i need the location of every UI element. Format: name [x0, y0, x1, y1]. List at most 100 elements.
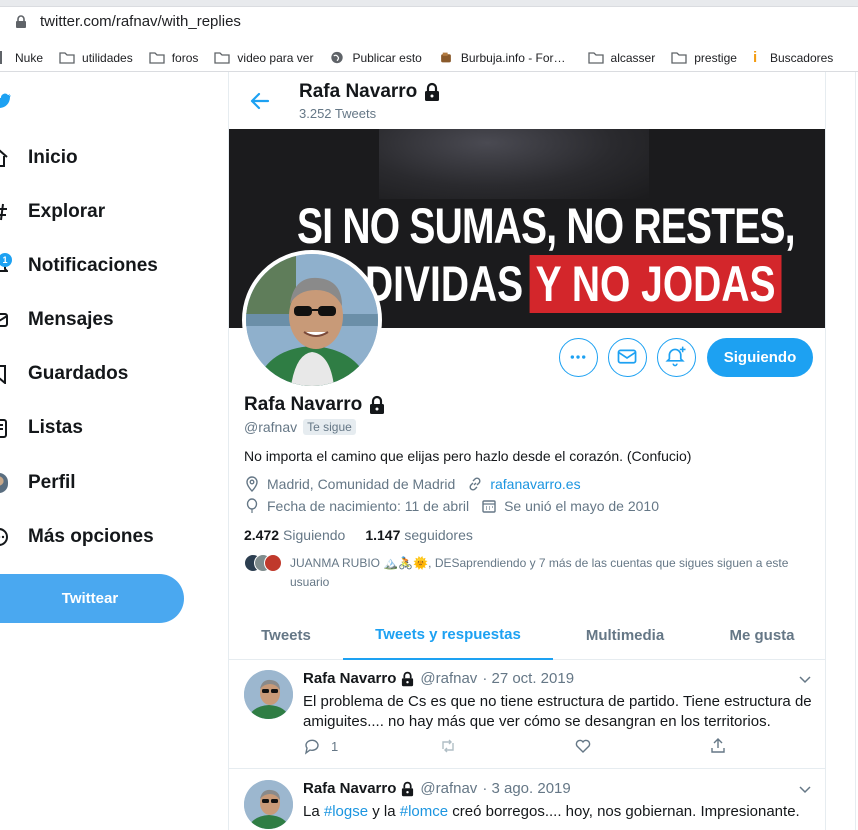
tweet-header: Rafa Navarro @rafnav · 3 ago. 2019	[303, 780, 571, 797]
sidebar-item-label: Guardados	[28, 363, 129, 384]
reply-icon	[304, 739, 319, 755]
share-button[interactable]	[709, 737, 727, 755]
tweet-text-part: creó borregos.... hoy, nos gobiernan. Im…	[448, 803, 800, 820]
bookmark-label: Burbuja.info - For…	[460, 50, 566, 65]
retweet-button[interactable]	[439, 737, 457, 755]
bookmark-prestige[interactable]: prestige	[671, 51, 737, 65]
profile-location: Madrid, Comunidad de Madrid	[267, 476, 456, 492]
chevron-down-icon[interactable]	[798, 672, 812, 686]
tweet-date[interactable]: · 3 ago. 2019	[482, 780, 570, 797]
bookmark-publicar[interactable]: Publicar esto	[329, 51, 422, 65]
folder-icon	[214, 52, 231, 64]
sidebar-item-label: Notificaciones	[28, 255, 158, 276]
followers-label: seguidores	[404, 527, 473, 543]
profile-avatar[interactable]	[242, 250, 382, 390]
bookmark-video[interactable]: video para ver	[214, 51, 313, 65]
tweet-text-part: y la	[368, 803, 400, 820]
header-title: Rafa Navarro	[299, 81, 441, 103]
tweet-text: El problema de Cs es que no tiene estruc…	[303, 693, 812, 730]
tweet-author-handle: @rafnav	[420, 780, 478, 797]
banner-text-line2: DIVIDAS Y NO JODAS	[365, 255, 782, 313]
followers-count-link[interactable]: 1.147 seguidores	[365, 527, 473, 543]
tweet-item[interactable]: Rafa Navarro @rafnav · 3 ago. 2019 La #l…	[229, 770, 825, 830]
sidebar-item-label: Listas	[28, 417, 83, 438]
following-count-link[interactable]: 2.472 Siguiendo	[244, 527, 345, 543]
protected-lock-icon	[402, 781, 414, 796]
bookmark-buscadores[interactable]: i Buscadores	[753, 50, 833, 65]
followers-you-know-avatars	[244, 554, 290, 572]
hashtag-link[interactable]: #logse	[324, 803, 368, 820]
url-text[interactable]: twitter.com/rafnav/with_replies	[40, 13, 241, 30]
message-button[interactable]	[608, 338, 647, 377]
chevron-down-icon[interactable]	[798, 782, 812, 796]
ellipsis-icon	[570, 355, 586, 359]
tweet-date[interactable]: · 27 oct. 2019	[482, 670, 574, 687]
avatar-photo	[244, 670, 293, 719]
tweet-header: Rafa Navarro @rafnav · 27 oct. 2019	[303, 670, 574, 687]
bookmark-label: foros	[171, 50, 199, 65]
bookmark-utilidades[interactable]: utilidades	[59, 51, 133, 65]
profile-header-bar: Rafa Navarro 3.252 Tweets	[229, 72, 825, 129]
banner-text-white: DIVIDAS	[365, 256, 524, 312]
notify-button[interactable]	[657, 338, 696, 377]
profile-name: Rafa Navarro	[244, 394, 386, 416]
profile-name-text: Rafa Navarro	[244, 394, 363, 415]
tweet-author-name[interactable]: Rafa Navarro	[303, 670, 396, 687]
banner-photo-shade	[379, 129, 649, 199]
burbuja-icon	[440, 52, 451, 63]
tab-media[interactable]: Multimedia	[553, 610, 697, 660]
tweet-author-handle: @rafnav	[420, 670, 478, 687]
more-options-button[interactable]	[559, 338, 598, 377]
tweet-text-part: La	[303, 803, 324, 820]
calendar-icon	[482, 500, 496, 513]
profile-joined-date: Se unió el mayo de 2010	[504, 498, 659, 514]
hashtag-link[interactable]: #lomce	[400, 803, 448, 820]
page-icon	[0, 51, 8, 64]
tab-likes[interactable]: Me gusta	[697, 610, 825, 660]
bookmark-label: alcasser	[610, 50, 656, 65]
tweet-item[interactable]: Rafa Navarro @rafnav · 27 oct. 2019 El p…	[229, 660, 825, 769]
sidebar-item-label: Inicio	[28, 147, 78, 168]
notification-badge: 1	[0, 253, 12, 267]
profile-tabs: Tweets Tweets y respuestas Multimedia Me…	[229, 610, 825, 660]
bookmark-label: video para ver	[237, 50, 314, 65]
bookmark-label: utilidades	[82, 50, 133, 65]
hashtag-icon	[0, 203, 7, 221]
back-arrow-icon[interactable]	[248, 90, 270, 112]
mini-avatar	[264, 554, 282, 572]
following-button[interactable]: Siguiendo	[707, 338, 813, 377]
reply-button[interactable]: 1	[303, 737, 338, 755]
followed-by-row[interactable]: JUANMA RUBIO 🏔️🚴🌞, DESaprendiendo y 7 má…	[244, 554, 814, 592]
bookmarks-bar: Nuke utilidades foros video para ver Pub…	[0, 44, 858, 72]
tweet-author-avatar[interactable]	[244, 780, 293, 829]
bookmark-nuke[interactable]: Nuke	[0, 51, 43, 65]
profile-bio: No importa el camino que elijas pero haz…	[244, 448, 692, 464]
bookmark-alcasser[interactable]: alcasser	[587, 50, 656, 65]
folder-icon	[149, 52, 165, 64]
tab-tweets-replies[interactable]: Tweets y respuestas	[343, 610, 553, 660]
sidebar-item-label: Explorar	[28, 201, 106, 222]
avatar-photo	[244, 780, 293, 829]
tweet-author-name[interactable]: Rafa Navarro	[303, 780, 396, 797]
like-button[interactable]	[574, 737, 592, 755]
protected-lock-icon	[402, 671, 414, 686]
reply-count: 1	[331, 738, 339, 754]
mail-icon	[0, 313, 8, 327]
bookmark-foros[interactable]: foros	[149, 50, 199, 65]
profile-handle-row: @rafnav Te sigue	[244, 419, 356, 435]
share-icon	[711, 738, 725, 753]
follows-you-badge: Te sigue	[303, 419, 356, 435]
twitter-logo-icon[interactable]	[0, 91, 12, 111]
mail-icon	[617, 349, 637, 364]
profile-meta-location-website: Madrid, Comunidad de Madrid rafanavarro.…	[244, 476, 581, 492]
bookmark-label: prestige	[694, 50, 737, 65]
heart-icon	[575, 739, 591, 753]
home-icon	[0, 149, 8, 167]
tweet-author-avatar[interactable]	[244, 670, 293, 719]
tweet-count: 3.252 Tweets	[299, 106, 377, 121]
tab-tweets[interactable]: Tweets	[229, 610, 343, 660]
tweet-button[interactable]: Twittear	[0, 574, 184, 623]
browser-address-bar: twitter.com/rafnav/with_replies	[0, 0, 858, 44]
bookmark-burbuja[interactable]: Burbuja.info - For…	[438, 51, 566, 65]
profile-website-link[interactable]: rafanavarro.es	[490, 476, 580, 492]
